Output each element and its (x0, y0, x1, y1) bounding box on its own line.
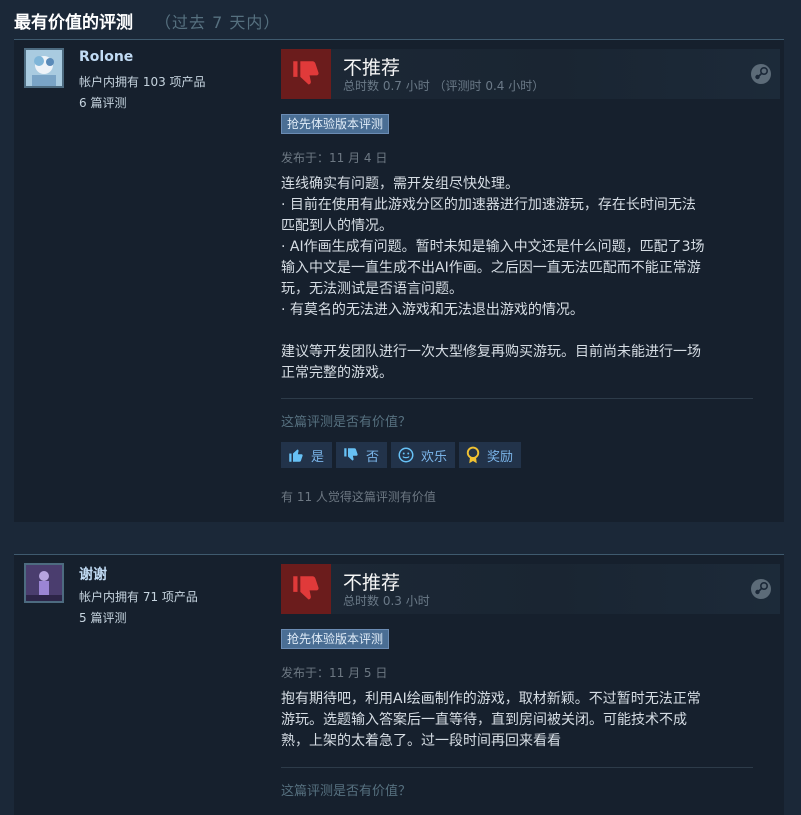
review-line: 熟，上架的太着急了。过一段时间再回来看看 (281, 733, 561, 749)
vote-yes-button[interactable]: 是 (281, 442, 333, 468)
review-content: 不推荐 总时数 0.7 小时 （评测时 0.4 小时） 抢先体验版本评测 发布于… (281, 49, 780, 504)
award-label: 奖励 (487, 449, 514, 465)
review-line-blank (281, 321, 771, 342)
thumbs-down-icon (281, 564, 331, 614)
review-line: 游玩。选题输入答案后一直等待，直到房间被关闭。可能技术不成 (281, 712, 687, 728)
vote-header[interactable]: 不推荐 总时数 0.7 小时 （评测时 0.4 小时） (281, 49, 780, 99)
posted-date: 发布于：11 月 5 日 (281, 666, 388, 680)
review-content: 不推荐 总时数 0.3 小时 抢先体验版本评测 发布于：11 月 5 日 抱有期… (281, 564, 780, 799)
award-button[interactable]: 奖励 (459, 442, 522, 468)
review-line: 正常完整的游戏。 (281, 365, 393, 381)
divider (281, 398, 753, 399)
helpful-question: 这篇评测是否有价值？ (281, 415, 412, 430)
vote-no-button[interactable]: 否 (336, 442, 388, 468)
review-line: 连线确实有问题，需开发组尽快处理。 (281, 176, 519, 192)
avatar[interactable] (24, 563, 64, 603)
steam-icon (750, 63, 772, 89)
vote-buttons: 是 否 欢乐 奖励 (281, 442, 522, 468)
section-subtitle: （过去 7 天内） (155, 13, 281, 32)
vote-no-label: 否 (366, 449, 380, 465)
vote-header[interactable]: 不推荐 总时数 0.3 小时 (281, 564, 780, 614)
review-text: 连线确实有问题，需开发组尽快处理。 · 目前在使用有此游戏分区的加速器进行加速游… (281, 174, 771, 384)
verdict-title: 不推荐 (343, 572, 401, 594)
helpful-question: 这篇评测是否有价值？ (281, 784, 412, 799)
thumbs-down-icon (281, 49, 331, 99)
posted-date: 发布于：11 月 4 日 (281, 151, 388, 165)
review-line: 抱有期待吧，利用AI绘画制作的游戏，取材新颖。不过暂时无法正常 (281, 691, 701, 707)
review-line: · 目前在使用有此游戏分区的加速器进行加速游玩，存在长时间无法 (281, 197, 696, 213)
verdict-title: 不推荐 (343, 57, 401, 79)
review-count[interactable]: 5 篇评测 (79, 609, 126, 626)
early-access-badge: 抢先体验版本评测 (281, 114, 390, 134)
avatar[interactable] (24, 48, 64, 88)
award-icon (466, 446, 480, 464)
vote-funny-label: 欢乐 (421, 449, 448, 465)
vote-yes-label: 是 (311, 449, 325, 465)
author-name[interactable]: 谢谢 (79, 564, 107, 584)
review-card: 谢谢 帐户内拥有 71 项产品 5 篇评测 不推荐 总时数 0.3 小时 抢先体 (14, 554, 784, 815)
review-line: · AI作画生成有问题。暂时未知是输入中文还是什么问题，匹配了3场 (281, 239, 705, 255)
review-line: 匹配到人的情况。 (281, 218, 393, 234)
helpful-count: 有 11 人觉得这篇评测有价值 (281, 490, 436, 504)
vote-funny-button[interactable]: 欢乐 (391, 442, 456, 468)
review-line: 输入中文是一直生成不出AI作画。之后因一直无法匹配而不能正常游 (281, 260, 701, 276)
divider (281, 767, 753, 768)
review-line: 玩，无法测试是否语言问题。 (281, 281, 463, 297)
thumbs-down-icon (344, 448, 358, 461)
review-count[interactable]: 6 篇评测 (79, 94, 126, 111)
owned-products[interactable]: 帐户内拥有 103 项产品 (79, 73, 206, 90)
section-title: 最有价值的评测 (14, 13, 133, 33)
smiley-icon (398, 447, 414, 463)
review-text: 抱有期待吧，利用AI绘画制作的游戏，取材新颖。不过暂时无法正常 游玩。选题输入答… (281, 689, 771, 752)
owned-products[interactable]: 帐户内拥有 71 项产品 (79, 588, 198, 605)
review-line: · 有莫名的无法进入游戏和无法退出游戏的情况。 (281, 302, 584, 318)
steam-icon (750, 578, 772, 604)
early-access-badge: 抢先体验版本评测 (281, 629, 390, 649)
author-name[interactable]: Rolone (79, 49, 133, 65)
review-line: 建议等开发团队进行一次大型修复再购买游玩。目前尚未能进行一场 (281, 344, 701, 360)
playtime: 总时数 0.3 小时 (343, 594, 430, 608)
review-card: Rolone 帐户内拥有 103 项产品 6 篇评测 不推荐 总时数 0.7 小… (14, 39, 784, 522)
thumbs-up-icon (289, 449, 303, 462)
playtime: 总时数 0.7 小时 （评测时 0.4 小时） (343, 79, 545, 93)
section-header: 最有价值的评测 （过去 7 天内） (14, 8, 280, 34)
